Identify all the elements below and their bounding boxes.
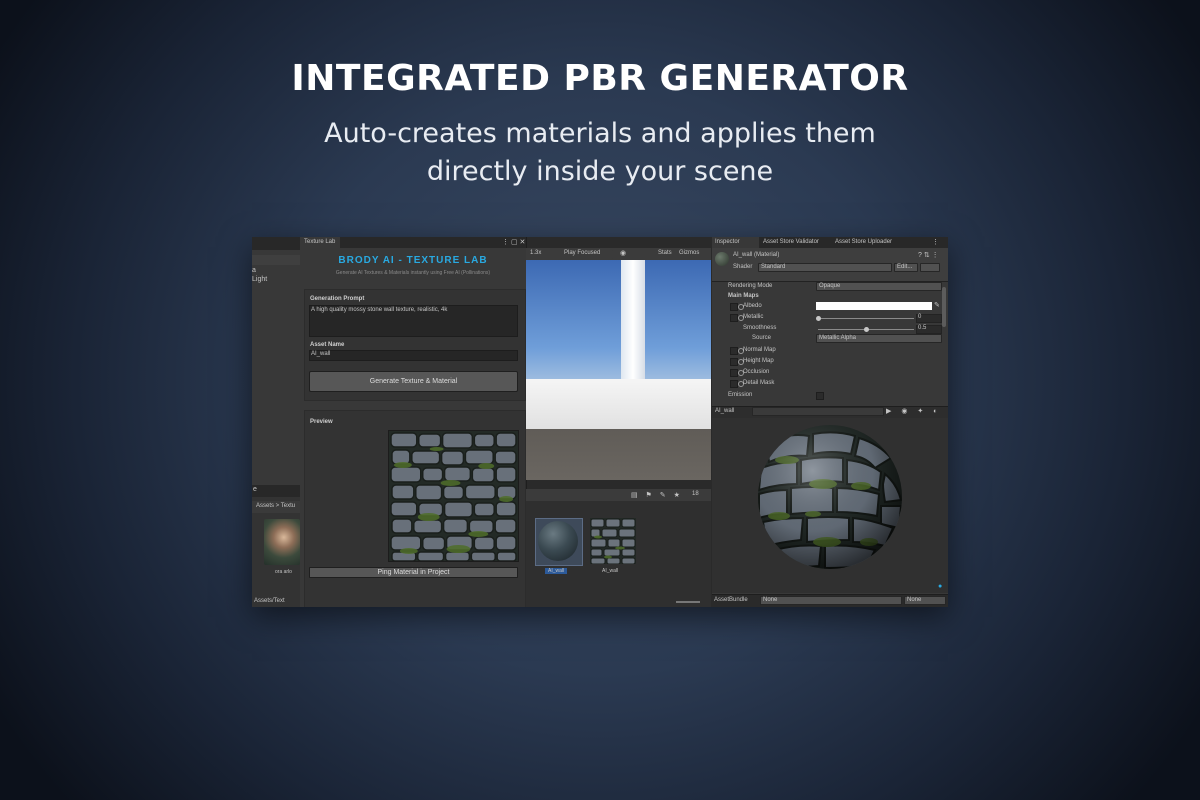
assetbundle-dropdown[interactable] [760, 596, 902, 605]
hierarchy-item-selected[interactable] [252, 255, 300, 265]
project-footer-path: Assets/Text [254, 598, 285, 604]
audio-icon[interactable]: ◉ [620, 249, 626, 257]
preview-name-field [752, 407, 884, 416]
character-thumbnail[interactable] [264, 519, 300, 565]
detail-mask-label: Detail Mask [743, 380, 775, 386]
shader-variant-dropdown[interactable] [920, 263, 940, 272]
character-thumbnail-label: ora arlo [275, 569, 292, 575]
project-toolbar-icons[interactable]: ▤ ⚑ ✎ ★ [631, 491, 683, 499]
material-settings-icons[interactable]: ? ⇅ ⋮ [918, 251, 939, 259]
gizmos-button[interactable]: Gizmos [679, 250, 699, 256]
texture-asset-thumbnail[interactable] [590, 518, 636, 564]
generate-button[interactable]: Generate Texture & Material [309, 371, 518, 392]
breadcrumb-text[interactable]: Assets > Textu [256, 503, 295, 509]
emission-checkbox[interactable] [816, 392, 824, 400]
preview-material-name: AI_wall [715, 408, 735, 414]
material-sphere-icon [538, 521, 578, 561]
assetbundle-value: None [763, 597, 778, 603]
albedo-texture-slot[interactable] [730, 303, 738, 311]
normal-map-label: Normal Map [743, 347, 776, 353]
shader-label: Shader [733, 264, 753, 270]
tab-asset-store-uploader[interactable]: Asset Store Uploader [835, 239, 892, 245]
normal-map-slot[interactable] [730, 347, 738, 355]
hierarchy-item-1[interactable]: a [252, 267, 256, 274]
scene-zoom-label[interactable]: 1.3x [530, 250, 541, 256]
emission-label: Emission [728, 392, 753, 398]
height-map-slot[interactable] [730, 358, 738, 366]
play-mode-label: Play Focused [564, 250, 601, 256]
main-maps-label: Main Maps [728, 293, 759, 299]
asset-name-input[interactable] [309, 350, 518, 361]
occlusion-label: Occlusion [743, 369, 770, 375]
occlusion-slot[interactable] [730, 369, 738, 377]
promo-subline-line-1: Auto-creates materials and applies them [324, 118, 876, 149]
texture-lab-subtitle: Generate AI Textures & Materials instant… [335, 270, 491, 276]
asset-name-label: Asset Name [310, 342, 345, 348]
height-map-label: Height Map [743, 358, 774, 364]
project-tab-label: e [253, 486, 257, 493]
preview-toolbar-icons[interactable]: ▶ ◉ ✦ ◐ ⋮ [886, 407, 948, 415]
unity-editor-window: a Light e Assets > Textu ora arlo Assets… [252, 237, 948, 607]
rendering-mode-label: Rendering Mode [728, 283, 773, 289]
inspector-menu-icon[interactable]: ⋮ [932, 238, 939, 246]
texture-lab-title: BRODY AI - TEXTURE LAB [338, 255, 488, 266]
tab-inspector-label: Inspector [715, 239, 740, 245]
project-toolbar [526, 489, 711, 501]
scene-viewport[interactable] [526, 260, 711, 480]
albedo-color-swatch[interactable] [816, 302, 932, 310]
hidden-count: 18 [692, 491, 699, 497]
smoothness-label: Smoothness [743, 325, 777, 331]
preview-info-icon[interactable]: ● [938, 583, 942, 590]
eyedropper-icon[interactable]: ✎ [934, 301, 940, 309]
assetbundle-label: AssetBundle [714, 597, 748, 603]
metallic-slider-handle[interactable] [816, 316, 821, 321]
project-tab[interactable] [252, 485, 300, 497]
source-value: Metallic Alpha [819, 335, 857, 341]
material-name: AI_wall (Material) [733, 252, 780, 258]
scene-pillar [621, 260, 645, 380]
inspector-scrollbar[interactable] [942, 287, 946, 327]
ping-material-button[interactable]: Ping Material in Project [309, 567, 518, 578]
texture-asset-label: AI_wall [602, 568, 619, 574]
assetbundle-variant-value: None [907, 597, 922, 603]
detail-mask-slot[interactable] [730, 380, 738, 388]
stats-button[interactable]: Stats [658, 250, 672, 256]
hierarchy-header [252, 237, 300, 250]
material-asset-label: AI_wall [545, 568, 568, 574]
tab-asset-store-validator[interactable]: Asset Store Validator [763, 239, 819, 245]
hierarchy-item-2[interactable]: Light [252, 276, 267, 283]
edit-shader-label: Edit... [897, 264, 913, 270]
preview-label: Preview [310, 419, 333, 425]
texture-lab-tab-label: Texture Lab [304, 239, 336, 245]
prompt-label: Generation Prompt [310, 296, 365, 302]
prompt-input-text: A high quality mossy stone wall texture,… [311, 307, 448, 313]
stone-texture-preview [388, 430, 519, 562]
texture-lab-menu-icons[interactable]: ⋮ ▢ ✕ [502, 238, 525, 246]
metallic-value: 0 [918, 314, 922, 320]
asset-name-input-text: AI_wall [311, 351, 331, 357]
shader-value: Standard [761, 264, 786, 270]
rendering-mode-value: Opaque [819, 283, 841, 289]
source-label: Source [752, 335, 772, 341]
scene-floor [526, 379, 711, 429]
smoothness-slider-handle[interactable] [864, 327, 869, 332]
albedo-label: Albedo [743, 303, 762, 309]
promo-headline: INTEGRATED PBR GENERATOR [291, 58, 909, 99]
material-preview-sphere [758, 425, 902, 569]
thumbnail-size-slider[interactable] [676, 601, 700, 603]
promo-subline-line-2: directly inside your scene [426, 156, 774, 187]
smoothness-value: 0.5 [918, 325, 927, 331]
material-icon [715, 252, 729, 266]
metallic-texture-slot[interactable] [730, 314, 738, 322]
metallic-slider[interactable] [818, 318, 914, 319]
promo-subline: Auto-creates materials and applies them … [0, 115, 1200, 191]
metallic-label: Metallic [743, 314, 764, 320]
